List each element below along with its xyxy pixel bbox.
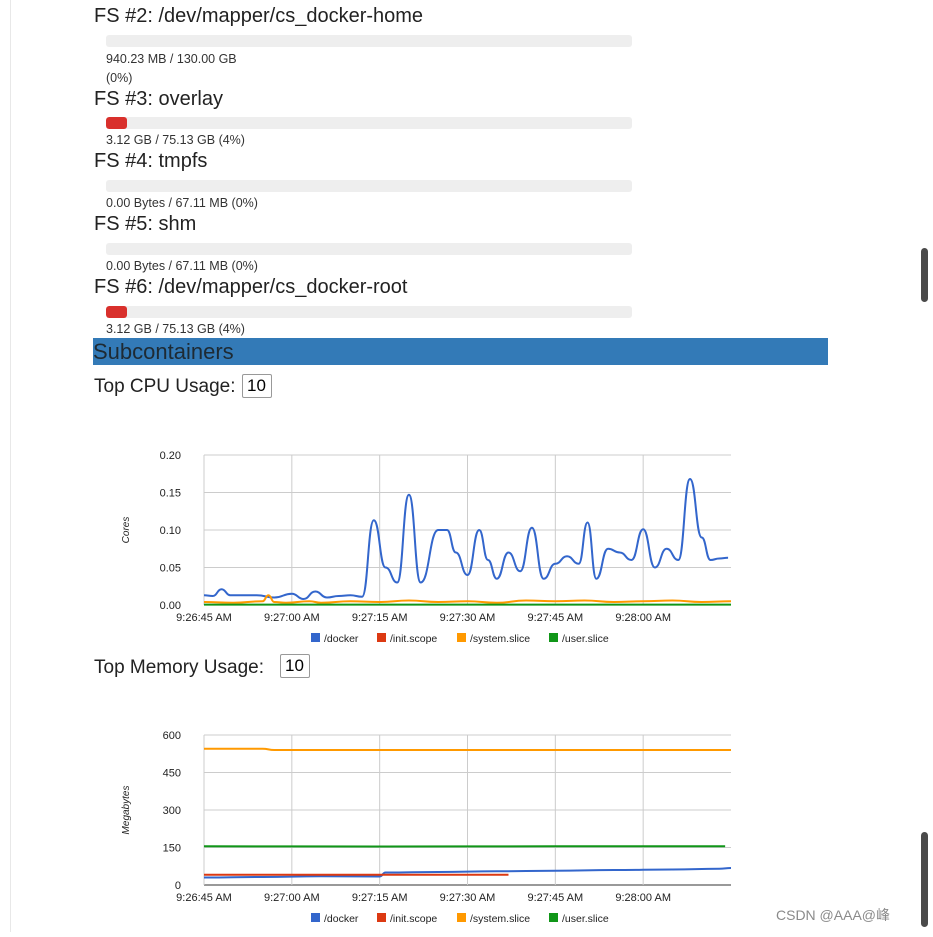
y-tick-label: 0.10 bbox=[160, 525, 181, 537]
cpu-chart: 0.00 0.05 0.10 0.15 0.20 9:26:45 AM 9:27:00 AM… bbox=[93, 405, 828, 650]
subcontainers-header: Subcontainers bbox=[93, 338, 828, 365]
x-tick-label: 9:27:45 AM bbox=[528, 892, 584, 904]
x-tick-label: 9:26:45 AM bbox=[176, 892, 232, 904]
left-edge bbox=[0, 0, 11, 932]
top-memory-label: Top Memory Usage: bbox=[94, 657, 264, 679]
y-axis-label: Cores bbox=[121, 517, 132, 544]
legend-label: /init.scope bbox=[390, 633, 437, 645]
y-tick-label: 150 bbox=[163, 843, 181, 855]
x-tick-label: 9:27:15 AM bbox=[352, 612, 408, 624]
legend-swatch bbox=[311, 913, 320, 922]
fs-title: FS #6: /dev/mapper/cs_docker-root bbox=[94, 276, 407, 299]
x-tick-label: 9:27:30 AM bbox=[440, 892, 496, 904]
legend-label: /user.slice bbox=[562, 913, 609, 925]
fs-title: FS #4: tmpfs bbox=[94, 150, 207, 173]
scrollbar[interactable] bbox=[917, 0, 933, 932]
y-tick-label: 0.05 bbox=[160, 563, 181, 575]
scrollbar-thumb[interactable] bbox=[921, 248, 928, 302]
legend-label: /user.slice bbox=[562, 633, 609, 645]
y-tick-label: 450 bbox=[163, 768, 181, 780]
x-tick-label: 9:27:15 AM bbox=[352, 892, 408, 904]
y-tick-label: 0 bbox=[175, 880, 181, 892]
y-tick-label: 600 bbox=[163, 730, 181, 742]
top-cpu-label: Top CPU Usage: bbox=[94, 376, 236, 398]
x-tick-label: 9:27:00 AM bbox=[264, 612, 320, 624]
fs-title: FS #3: overlay bbox=[94, 88, 223, 111]
scrollbar-thumb-2[interactable] bbox=[921, 832, 928, 927]
watermark: CSDN @AAA@峰 bbox=[776, 905, 890, 925]
legend-swatch bbox=[377, 913, 386, 922]
y-tick-label: 0.15 bbox=[160, 488, 181, 500]
x-tick-label: 9:27:00 AM bbox=[264, 892, 320, 904]
legend-swatch bbox=[377, 633, 386, 642]
legend-swatch bbox=[457, 633, 466, 642]
fs-usage-text: 3.12 GB / 75.13 GB (4%) bbox=[106, 320, 245, 338]
memory-chart: 0 150 300 450 600 9:26:45 AM 9:27:00 AM 9:27:15… bbox=[93, 685, 828, 932]
y-tick-label: 300 bbox=[163, 805, 181, 817]
fs-usage-text: 3.12 GB / 75.13 GB (4%) bbox=[106, 131, 245, 149]
legend-swatch bbox=[311, 633, 320, 642]
x-tick-label: 9:27:45 AM bbox=[528, 612, 584, 624]
fs-progress-bar bbox=[106, 180, 632, 192]
legend-label: /docker bbox=[324, 633, 359, 645]
fs-usage-text: 0.00 Bytes / 67.11 MB (0%) bbox=[106, 194, 258, 212]
series-line-docker bbox=[204, 479, 728, 599]
fs-progress-bar bbox=[106, 35, 632, 47]
legend-swatch bbox=[549, 913, 558, 922]
legend-swatch bbox=[549, 633, 558, 642]
fs-progress-fill bbox=[106, 117, 127, 129]
fs-progress-bar bbox=[106, 306, 632, 318]
fs-title: FS #5: shm bbox=[94, 213, 196, 236]
legend-label: /init.scope bbox=[390, 913, 437, 925]
x-tick-label: 9:26:45 AM bbox=[176, 612, 232, 624]
fs-usage-text: 940.23 MB / 130.00 GB bbox=[106, 50, 237, 68]
cpu-chart-svg: 0.00 0.05 0.10 0.15 0.20 9:26:45 AM 9:27:00 AM… bbox=[93, 405, 828, 650]
fs-usage-text: 0.00 Bytes / 67.11 MB (0%) bbox=[106, 257, 258, 275]
fs-progress-bar bbox=[106, 117, 632, 129]
top-cpu-input[interactable] bbox=[242, 374, 272, 398]
x-tick-label: 9:28:00 AM bbox=[615, 612, 671, 624]
fs-progress-fill bbox=[106, 306, 127, 318]
fs-title: FS #2: /dev/mapper/cs_docker-home bbox=[94, 5, 423, 28]
fs-percent-text: (0%) bbox=[106, 69, 132, 87]
fs-progress-bar bbox=[106, 243, 632, 255]
legend-swatch bbox=[457, 913, 466, 922]
memory-chart-svg: 0 150 300 450 600 9:26:45 AM 9:27:00 AM 9:27:15… bbox=[93, 685, 828, 932]
x-tick-label: 9:27:30 AM bbox=[440, 612, 496, 624]
y-axis-label: Megabytes bbox=[121, 786, 132, 835]
top-memory-input[interactable] bbox=[280, 654, 310, 678]
legend-label: /docker bbox=[324, 913, 359, 925]
legend-label: /system.slice bbox=[470, 913, 530, 925]
x-tick-label: 9:28:00 AM bbox=[615, 892, 671, 904]
y-tick-label: 0.20 bbox=[160, 450, 181, 462]
legend-label: /system.slice bbox=[470, 633, 530, 645]
y-tick-label: 0.00 bbox=[160, 600, 181, 612]
